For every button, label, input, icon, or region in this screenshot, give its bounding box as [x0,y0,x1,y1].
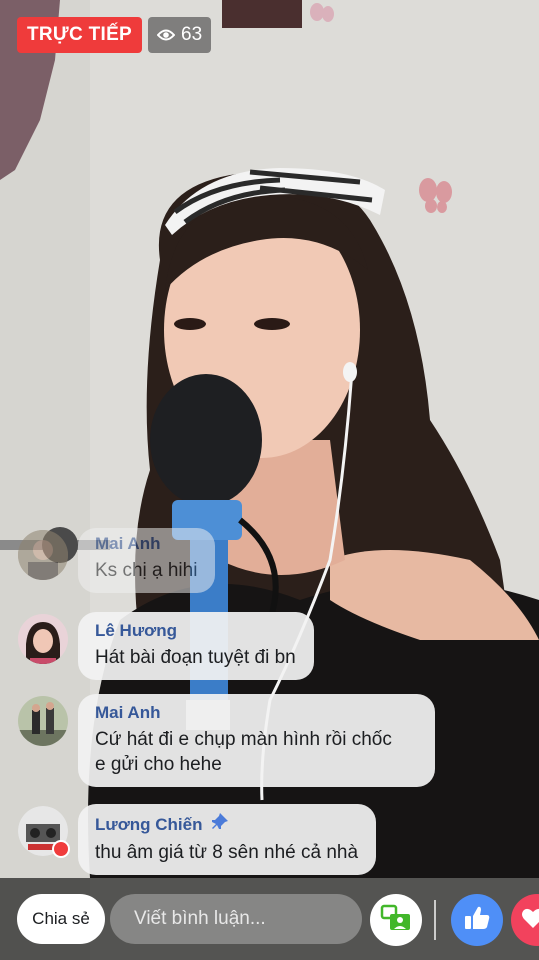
commenter-avatar[interactable] [18,530,68,580]
comment-text: Ks chị ạ hihi [95,560,198,581]
viewer-count: 63 [181,24,203,45]
comment-input[interactable]: Viết bình luận... [110,894,362,944]
share-button[interactable]: Chia sẻ [17,894,105,944]
live-badge: TRỰC TIẾP [17,17,143,53]
heart-icon [521,907,539,934]
comment-author-name[interactable]: Lương Chiến [95,815,203,835]
commenter-avatar[interactable] [18,696,68,746]
live-badge-label: TRỰC TIẾP [27,24,133,45]
thumbs-up-icon [463,904,491,937]
invite-guest-icon [380,904,412,937]
comment-text-line: Cứ hát đi e chụp màn hình rồi chốc [95,729,392,750]
pin-icon [211,813,229,836]
like-reaction-button[interactable] [451,894,503,946]
commenter-avatar[interactable] [18,614,68,664]
eye-icon [157,28,175,42]
comment-author-name[interactable]: Lê Hương [95,621,177,641]
comment-item: Lương Chiến thu âm giá từ 8 sên nhé cả n… [18,804,377,875]
comment-author-name[interactable]: Mai Anh [95,703,160,723]
comment-input-placeholder: Viết bình luận... [134,908,266,929]
comment-item: Lê Hương Hát bài đoạn tuyệt đi bn [18,612,314,680]
host-badge-icon [52,840,70,858]
viewer-count-badge: 63 [148,17,212,53]
comment-author[interactable]: Mai Anh [95,534,197,554]
comment-text: thu âm giá từ 8 sên nhé cả nhà [95,842,359,863]
comment-author[interactable]: Mai Anh [95,703,417,723]
comment-author-name[interactable]: Mai Anh [95,534,160,554]
comment-item: Mai Anh Cứ hát đi e chụp màn hình rồi ch… [18,694,435,787]
comment-text: Hát bài đoạn tuyệt đi bn [95,647,296,668]
action-divider [434,900,436,940]
commenter-avatar[interactable] [18,806,70,858]
comment-text-line: e gửi cho hehe [95,754,222,775]
invite-guest-button[interactable] [370,894,422,946]
comment-item: Mai Anh Ks chị ạ hihi [18,528,216,593]
comment-text: Cứ hát đi e chụp màn hình rồi chốc e gửi… [95,727,417,777]
comment-author[interactable]: Lê Hương [95,621,296,641]
share-button-label: Chia sẻ [32,909,90,928]
comment-author[interactable]: Lương Chiến [95,813,358,836]
